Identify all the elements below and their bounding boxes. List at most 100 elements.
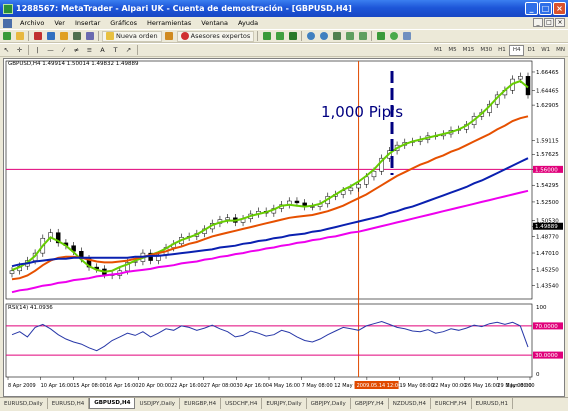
meta-editor-icon[interactable]: [164, 31, 175, 42]
rsi-tick-label: 30.0000: [535, 353, 558, 359]
menu-insertar[interactable]: Insertar: [70, 19, 105, 27]
menu-ventana[interactable]: Ventana: [196, 19, 233, 27]
menu-bar: Archivo Ver Insertar Gráficos Herramient…: [0, 17, 568, 29]
timeframe-h1[interactable]: H1: [495, 45, 509, 56]
terminal-icon[interactable]: [71, 31, 82, 42]
y-tick-label: 1.54295: [536, 183, 559, 189]
navigator-icon[interactable]: [58, 31, 69, 42]
mdi-controls: _ □ ×: [533, 18, 565, 27]
toolbar-separator: [137, 45, 138, 55]
bar-chart-icon[interactable]: [261, 31, 272, 42]
rsi-tick-label: 0: [536, 372, 540, 378]
chart-shift-icon[interactable]: [357, 31, 368, 42]
tab-eurusd-h1[interactable]: EURUSD,H1: [472, 398, 514, 409]
tab-eurchf-h4[interactable]: EURCHF,H4: [431, 398, 472, 409]
candle-body: [371, 170, 377, 178]
mdi-close-button[interactable]: ×: [555, 18, 565, 27]
y-tick-label: 1.62905: [536, 103, 559, 109]
menu-archivo[interactable]: Archivo: [15, 19, 49, 27]
y-tick-label: 1.66465: [536, 70, 559, 76]
moving-average-line: [11, 115, 529, 281]
window-title: 1288567: MetaTrader - Alpari UK - Cuenta…: [16, 4, 352, 13]
minimize-button[interactable]: _: [525, 2, 538, 15]
mdi-restore-button[interactable]: □: [544, 18, 554, 27]
strategy-tester-icon[interactable]: [84, 31, 95, 42]
candle-body: [225, 217, 230, 220]
x-tick-label: 27 Apr 08:00: [204, 383, 237, 389]
tile-windows-icon[interactable]: [331, 31, 342, 42]
trendline-icon[interactable]: ⁄: [58, 45, 69, 56]
arrow-mark-icon[interactable]: ↗: [123, 45, 134, 56]
cursor-icon[interactable]: ↖: [1, 45, 12, 56]
tab-usdchf-h4[interactable]: USDCHF,H4: [221, 398, 263, 409]
moving-average-line: [11, 189, 529, 294]
chart-window-icon[interactable]: [3, 18, 12, 28]
x-tick-label: 26 May 16:00: [465, 383, 499, 389]
zoom-out-icon[interactable]: [318, 31, 329, 42]
candlestick-icon[interactable]: [274, 31, 285, 42]
line-chart-icon[interactable]: [287, 31, 298, 42]
y-tick-label: 1.47010: [536, 251, 559, 257]
mdi-minimize-button[interactable]: _: [533, 18, 543, 27]
menu-herramientas[interactable]: Herramientas: [142, 19, 196, 27]
fibonacci-icon[interactable]: ≡: [84, 45, 95, 56]
candle-body: [348, 187, 354, 192]
x-tick-label: 7 May 08:00: [302, 383, 333, 389]
market-watch-icon[interactable]: [32, 31, 43, 42]
x-tick-label: 22 Apr 16:00: [171, 383, 204, 389]
tab-eurgbp-h4[interactable]: EURGBP,H4: [180, 398, 222, 409]
profiles-icon[interactable]: [14, 31, 25, 42]
close-button[interactable]: ×: [553, 2, 566, 15]
new-order-button[interactable]: Nueva orden: [102, 30, 162, 42]
price-chart[interactable]: 1.66465 1.64465 1.62905 1.59115 1.57625 1.560…: [4, 59, 564, 396]
candle-body: [9, 270, 15, 274]
horizontal-line-icon[interactable]: —: [45, 45, 56, 56]
timeframe-m30[interactable]: M30: [477, 45, 495, 56]
tab-gbpjpy-daily[interactable]: GBPJPY,Daily: [307, 398, 351, 409]
data-window-icon[interactable]: [45, 31, 56, 42]
tab-nzdusd-h4[interactable]: NZDUSD,H4: [389, 398, 431, 409]
timeframe-m5[interactable]: M5: [445, 45, 459, 56]
tab-eurjpy-daily[interactable]: EURJPY,Daily: [262, 398, 307, 409]
y-tick-label: 1.49889: [535, 224, 558, 230]
tab-eurusd-daily[interactable]: EURUSD,Daily: [0, 398, 48, 409]
templates-icon[interactable]: [401, 31, 412, 42]
menu-graficos[interactable]: Gráficos: [105, 19, 142, 27]
moving-average-line: [11, 157, 529, 268]
y-tick-label: 1.64465: [536, 89, 559, 95]
menu-ver[interactable]: Ver: [49, 19, 70, 27]
timeframe-w1[interactable]: W1: [538, 45, 553, 56]
timeframe-d1[interactable]: D1: [524, 45, 538, 56]
menu-ayuda[interactable]: Ayuda: [233, 19, 263, 27]
toolbar-separator: [371, 31, 373, 41]
toolbar-separator: [257, 31, 259, 41]
toolbar-separator: [301, 31, 303, 41]
chart-window[interactable]: 1.66465 1.64465 1.62905 1.59115 1.57625 1.560…: [3, 58, 565, 397]
new-chart-icon[interactable]: [1, 31, 12, 42]
tab-gbpusd-h4[interactable]: GBPUSD,H4: [89, 398, 136, 409]
new-order-label: Nueva orden: [116, 32, 158, 40]
text-tool-icon[interactable]: A: [97, 45, 108, 56]
tab-eurusd-h4[interactable]: EURUSD,H4: [48, 398, 90, 409]
zoom-in-icon[interactable]: [305, 31, 316, 42]
rsi-tick-label: 70.0000: [535, 324, 558, 330]
tab-usdjpy-daily[interactable]: USDJPY,Daily: [135, 398, 181, 409]
timeframe-m1[interactable]: M1: [431, 45, 445, 56]
indicators-icon[interactable]: [375, 31, 386, 42]
text-label-icon[interactable]: T: [110, 45, 121, 56]
drawing-toolbar: ↖ ✛ | — ⁄ ≠ ≡ A T ↗ M1 M5 M15 M30 H1 H4 …: [0, 43, 568, 57]
periods-icon[interactable]: [388, 31, 399, 42]
timeframe-h4[interactable]: H4: [508, 44, 525, 56]
y-tick-label: 1.56000: [535, 167, 558, 173]
x-tick-label: 4 May 16:00: [269, 383, 300, 389]
timeframe-mn[interactable]: MN: [553, 45, 568, 56]
vertical-line-icon[interactable]: |: [32, 45, 43, 56]
maximize-button[interactable]: □: [539, 2, 552, 15]
timeframe-m15[interactable]: M15: [460, 45, 478, 56]
x-tick-label: 10 Apr 16:00: [41, 383, 74, 389]
crosshair-icon[interactable]: ✛: [14, 45, 25, 56]
auto-scroll-icon[interactable]: [344, 31, 355, 42]
equidistant-channel-icon[interactable]: ≠: [71, 45, 82, 56]
expert-advisors-button[interactable]: Asesores expertos: [176, 30, 255, 42]
tab-gbpjpy-h4[interactable]: GBPJPY,H4: [351, 398, 389, 409]
